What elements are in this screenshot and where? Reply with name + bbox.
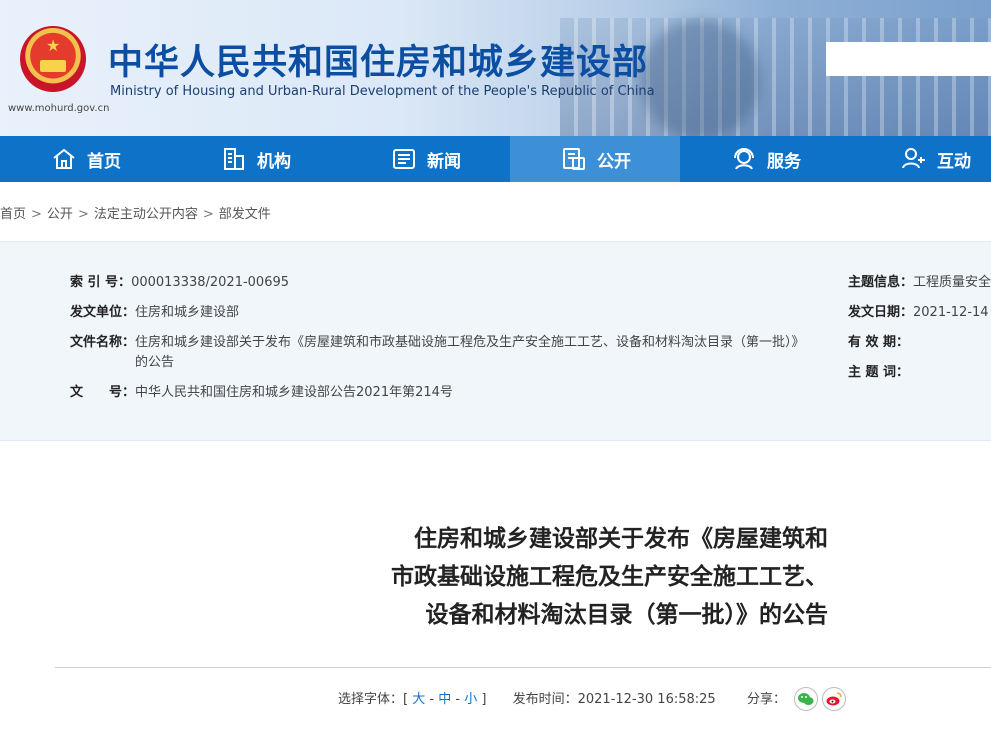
meta-value: 的公告 xyxy=(135,355,175,370)
meta-unit: 发文单位：住房和城乡建设部 xyxy=(70,303,239,323)
meta-label: 文 号： xyxy=(70,385,136,400)
meta-filename-cont: 的公告 xyxy=(135,353,174,373)
font-small-button[interactable]: 小 xyxy=(464,692,477,707)
home-icon xyxy=(49,144,79,174)
wechat-icon[interactable] xyxy=(794,687,818,711)
tree-background xyxy=(640,20,760,136)
meta-label: 索 引 号： xyxy=(70,275,132,290)
article-title-line: 设备和材料淘汰目录（第一批）》的公告 xyxy=(425,602,829,628)
breadcrumb-ministry-docs[interactable]: 部发文件 xyxy=(219,207,271,222)
meta-label: 发文单位： xyxy=(70,305,136,320)
breadcrumb-home[interactable]: 首页 xyxy=(0,207,26,222)
article-title-line: 市政基础设施工程危及生产安全施工工艺、 xyxy=(391,564,828,590)
nav-label: 机构 xyxy=(257,151,291,172)
meta-topic: 主题信息：工程质量安全 xyxy=(848,273,991,293)
font-sep: - xyxy=(455,692,461,707)
search-input[interactable] xyxy=(826,42,991,76)
document-meta: 索 引 号：000013338/2021-00695 发文单位：住房和城乡建设部… xyxy=(0,241,991,441)
font-size-label: 选择字体：[ xyxy=(338,692,409,707)
meta-docno: 文 号：中华人民共和国住房和城乡建设部公告2021年第214号 xyxy=(70,383,453,403)
meta-label: 发文日期： xyxy=(848,305,914,320)
document-icon xyxy=(559,144,589,174)
news-icon xyxy=(389,144,419,174)
user-chat-icon xyxy=(899,144,929,174)
meta-label: 主题信息： xyxy=(848,275,914,290)
article-title: 住房和城乡建设部关于发布《房屋建筑和 市政基础设施工程危及生产安全施工工艺、 设… xyxy=(200,520,828,634)
nav-label: 互动 xyxy=(937,151,971,172)
breadcrumb: 首页 > 公开 > 法定主动公开内容 > 部发文件 xyxy=(0,203,275,222)
nav-item-news[interactable]: 新闻 xyxy=(340,136,510,182)
meta-value: 住房和城乡建设部 xyxy=(135,305,240,320)
meta-keywords: 主 题 词： xyxy=(848,363,909,383)
weibo-icon[interactable] xyxy=(822,687,846,711)
font-large-button[interactable]: 大 xyxy=(412,692,425,707)
article-toolbar: 选择字体：[ 大 - 中 - 小 ] 发布时间：2021-12-30 16:58… xyxy=(338,688,716,707)
meta-label: 主 题 词： xyxy=(848,365,910,380)
national-emblem-icon[interactable]: ★ xyxy=(20,26,86,92)
nav-item-organization[interactable]: 机构 xyxy=(170,136,340,182)
publish-time: 2021-12-30 16:58:25 xyxy=(577,692,716,707)
header-banner: ★ www.mohurd.gov.cn 中华人民共和国住房和城乡建设部 Mini… xyxy=(0,0,991,136)
article-title-line: 住房和城乡建设部关于发布《房屋建筑和 xyxy=(414,526,828,552)
nav-label: 首页 xyxy=(87,151,121,172)
meta-filename: 文件名称：住房和城乡建设部关于发布《房屋建筑和市政基础设施工程危及生产安全施工工… xyxy=(70,333,830,353)
site-url: www.mohurd.gov.cn xyxy=(8,103,110,114)
publish-time-label: 发布时间： xyxy=(512,692,578,707)
meta-value: 工程质量安全 xyxy=(913,275,991,290)
font-bracket-end: ] xyxy=(481,692,487,707)
meta-index: 索 引 号：000013338/2021-00695 xyxy=(70,273,289,293)
meta-value: 中华人民共和国住房和城乡建设部公告2021年第214号 xyxy=(135,385,453,400)
meta-validity: 有 效 期： xyxy=(848,333,909,353)
service-icon xyxy=(729,144,759,174)
nav-label: 新闻 xyxy=(427,151,461,172)
breadcrumb-separator: > xyxy=(202,207,214,222)
breadcrumb-legal-content[interactable]: 法定主动公开内容 xyxy=(94,207,198,222)
nav-label: 服务 xyxy=(767,151,801,172)
font-sep: - xyxy=(429,692,435,707)
meta-date: 发文日期：2021-12-14 xyxy=(848,303,989,323)
nav-label: 公开 xyxy=(597,151,631,172)
breadcrumb-separator: > xyxy=(77,207,89,222)
breadcrumb-public[interactable]: 公开 xyxy=(47,207,73,222)
meta-label: 文件名称： xyxy=(70,335,136,350)
nav-item-interact[interactable]: 互动 xyxy=(850,136,991,182)
font-medium-button[interactable]: 中 xyxy=(438,692,451,707)
divider xyxy=(55,667,991,668)
meta-value: 2021-12-14 xyxy=(913,305,989,320)
meta-value: 住房和城乡建设部关于发布《房屋建筑和市政基础设施工程危及生产安全施工工艺、设备和… xyxy=(135,335,805,350)
breadcrumb-separator: > xyxy=(31,207,42,222)
nav-item-home[interactable]: 首页 xyxy=(0,136,170,182)
share-label: 分享： xyxy=(747,692,787,707)
main-nav: 首页 机构 新闻 公开 服务 互动 xyxy=(0,136,991,182)
site-title[interactable]: 中华人民共和国住房和城乡建设部 xyxy=(108,34,648,85)
nav-item-public[interactable]: 公开 xyxy=(510,136,680,182)
building-icon xyxy=(219,144,249,174)
site-subtitle: Ministry of Housing and Urban-Rural Deve… xyxy=(110,84,655,99)
nav-item-service[interactable]: 服务 xyxy=(680,136,850,182)
meta-label: 有 效 期： xyxy=(848,335,910,350)
meta-value: 000013338/2021-00695 xyxy=(131,275,290,290)
